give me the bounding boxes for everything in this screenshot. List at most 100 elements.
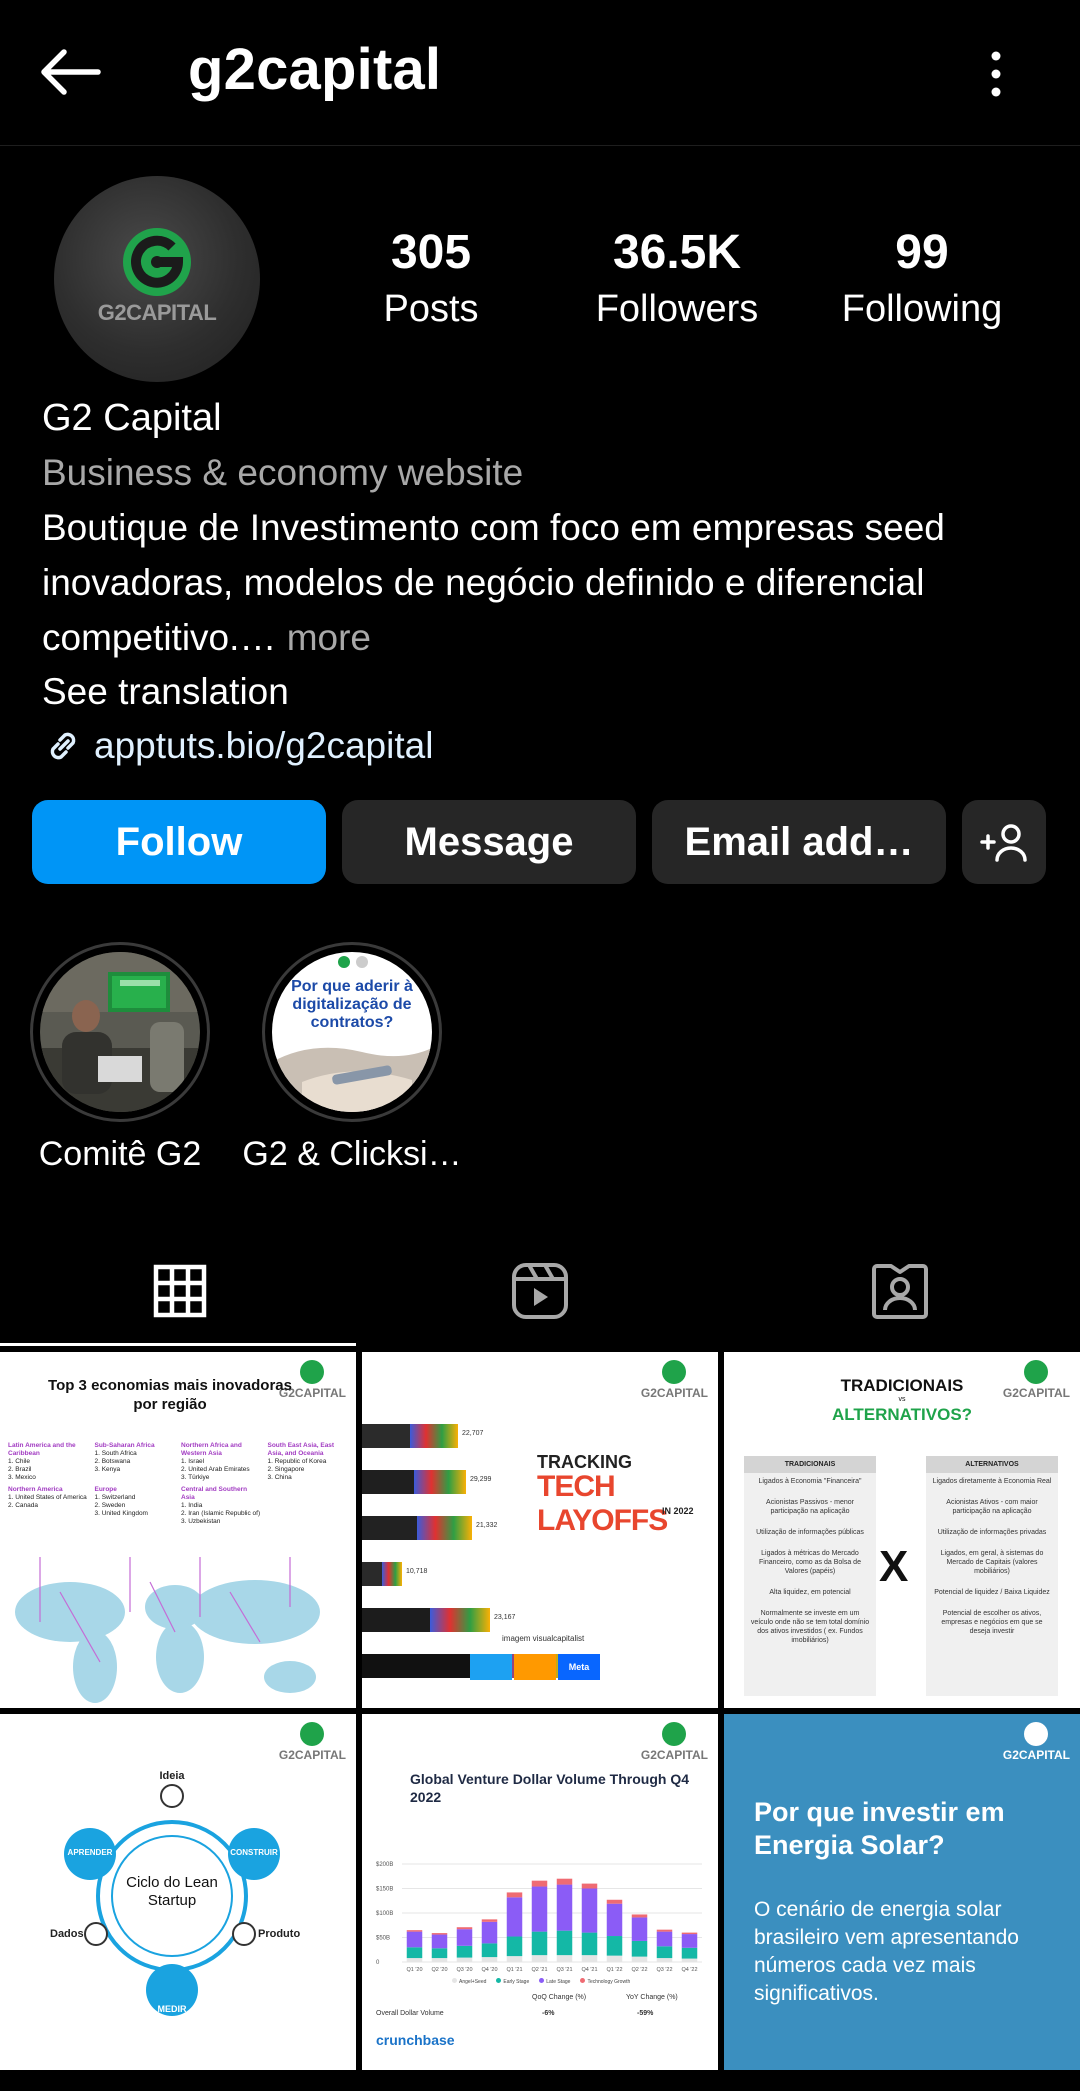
active-tab-indicator [0,1343,356,1346]
region-country: 1. Republic of Korea [267,1458,327,1465]
x-tick-label: Q4 '22 [681,1967,697,1973]
comparison-item: Normalmente se investe em um veículo ond… [750,1610,870,1644]
x-tick-label: Q1 '21 [506,1967,522,1973]
link-icon [50,732,76,760]
comparison-item: Acionistas Passivos - menor participação… [766,1499,854,1515]
region-country: 2. Singapore [267,1466,305,1473]
top-bar: g2capital [0,0,1080,146]
bar-segment-technology-growth [631,1914,648,1918]
comparison-item: Potencial de escolher os ativos, empresa… [941,1610,1043,1635]
tab-reels[interactable] [360,1236,720,1346]
region-name: Central and Southern Asia [181,1486,248,1501]
story-highlight-clicksign[interactable]: Por que aderir à digitalização de contra… [242,942,462,1173]
bar-segment-early-stage [431,1948,448,1959]
cycle-center-label: Ciclo do Lean Startup [126,1874,218,1909]
profile-avatar[interactable]: G2CAPITAL [54,176,260,382]
more-vertical-icon [991,51,1001,97]
brand-logo: G2CAPITAL [641,1360,708,1400]
bar-segment-late-stage [406,1931,423,1948]
cycle-label: Produto [258,1928,301,1940]
qoq-value: -6% [542,2010,555,2017]
bar-segment-early-stage [681,1947,698,1959]
qoq-label: QoQ Change (%) [532,1994,587,2001]
bar-segment-early-stage [506,1936,523,1957]
arrow-left-icon [41,49,101,95]
story-highlight-comite[interactable]: Comitê G2 [30,942,210,1173]
post-tile[interactable]: G2CAPITAL Global Venture Dollar Volume T… [362,1714,718,2070]
layoff-bar [362,1608,490,1632]
bar-segment-technology-growth [456,1927,473,1930]
highlight-label: G2 & Clicksi… [242,1135,462,1173]
row-label: Overall Dollar Volume [376,2010,444,2017]
x-tick-label: Q1 '22 [606,1967,622,1973]
stat-following-label: Following [841,288,1003,330]
post-tile[interactable]: G2CAPITAL TRADICIONAIS vs ALTERNATIVOS? … [724,1352,1080,1708]
stat-followers-value: 36.5K [612,226,742,279]
message-button[interactable]: Message [342,800,636,884]
stat-followers[interactable]: 36.5K Followers [567,224,787,336]
avatar-logo-text: G2CAPITAL [98,300,217,325]
profile-tabs [0,1236,1080,1346]
layoff-bar [362,1562,402,1586]
y-tick-label: 0 [376,1960,380,1966]
profile-link-text: apptuts.bio/g2capital [94,725,434,766]
bar-segment-early-stage [531,1931,548,1956]
bar-segment-technology-growth [406,1930,423,1932]
region-block: Europe 1. Switzerland 2. Sweden 3. United K… [95,1486,176,1526]
region-country: 2. Sweden [94,1502,126,1509]
region-name: Europe [94,1486,117,1493]
bar-segment-angel-seed [556,1955,573,1962]
bar-segment-early-stage [556,1930,573,1956]
region-name: South East Asia, East Asia, and Oceania [267,1442,335,1457]
bar-segment-late-stage [681,1934,698,1948]
post-tile[interactable]: G2CAPITAL Por que investir em Energia So… [724,1714,1080,2070]
post-body: O cenário de energia solar brasileiro ve… [754,1898,1019,2005]
email-button[interactable]: Email add… [652,800,946,884]
meta-logo: Meta [558,1654,600,1680]
column-header: TRADICIONAIS [744,1456,876,1473]
bio-line: competitivo.… [42,617,277,658]
region-country: 3. United Kingdom [94,1510,148,1517]
bar-segment-late-stage [456,1929,473,1946]
post-tile[interactable]: G2CAPITAL Top 3 economias mais inovadora… [0,1352,356,1708]
profile-username: g2capital [188,37,442,102]
bar-segment-angel-seed [631,1956,648,1962]
post-vs: vs [898,1396,906,1403]
back-button[interactable] [34,42,106,102]
region-block: Latin America and the Caribbean 1. Chile 2… [8,1442,89,1482]
brand-logo: G2CAPITAL [1003,1722,1070,1762]
stat-following[interactable]: 99 Following [812,224,1032,336]
bar-segment-late-stage [556,1884,573,1931]
stat-posts[interactable]: 305 Posts [321,224,541,336]
comparison-item: Ligados à métricas do Mercado Financeiro… [759,1550,861,1575]
legend-item: Technology Growth [580,1978,630,1985]
bar-segment-technology-growth [681,1932,698,1935]
bar-segment-late-stage [531,1886,548,1932]
profile-category: Business & economy website [42,452,524,493]
bar-segment-angel-seed [681,1958,698,1962]
post-headline: Por que investir em Energia Solar? [754,1797,1005,1860]
x-tick-label: Q3 '21 [556,1967,572,1973]
post-tile[interactable]: G2CAPITAL Ciclo do Lean Startup Ideia CO… [0,1714,356,2070]
tab-tagged[interactable] [720,1236,1080,1346]
cycle-label: CONSTRUIR [230,1848,278,1857]
tab-grid[interactable] [0,1236,360,1346]
bar-segment-technology-growth [656,1929,673,1932]
post-tile[interactable]: G2CAPITAL TRACKING TECH LAYOFFS IN 2022 … [362,1352,718,1708]
comparison-item: Alta liquidez, em potencial [769,1589,851,1596]
bio-more-link[interactable]: more [287,617,371,658]
region-name: Latin America and the Caribbean [8,1442,76,1457]
profile-link[interactable]: apptuts.bio/g2capital [42,719,1052,773]
more-options-button[interactable] [966,44,1026,104]
grid-icon [153,1264,207,1318]
bar-segment-late-stage [606,1903,623,1937]
bar-segment-technology-growth [581,1883,598,1889]
highlight-label: Comitê G2 [38,1135,202,1173]
see-translation-link[interactable]: See translation [42,665,1052,719]
stat-posts-label: Posts [383,288,479,330]
bar-segment-angel-seed [431,1958,448,1962]
layoff-value: 29,299 [470,1476,492,1483]
follow-button[interactable]: Follow [32,800,326,884]
suggest-people-button[interactable] [962,800,1046,884]
cycle-label: APRENDER [67,1848,113,1857]
